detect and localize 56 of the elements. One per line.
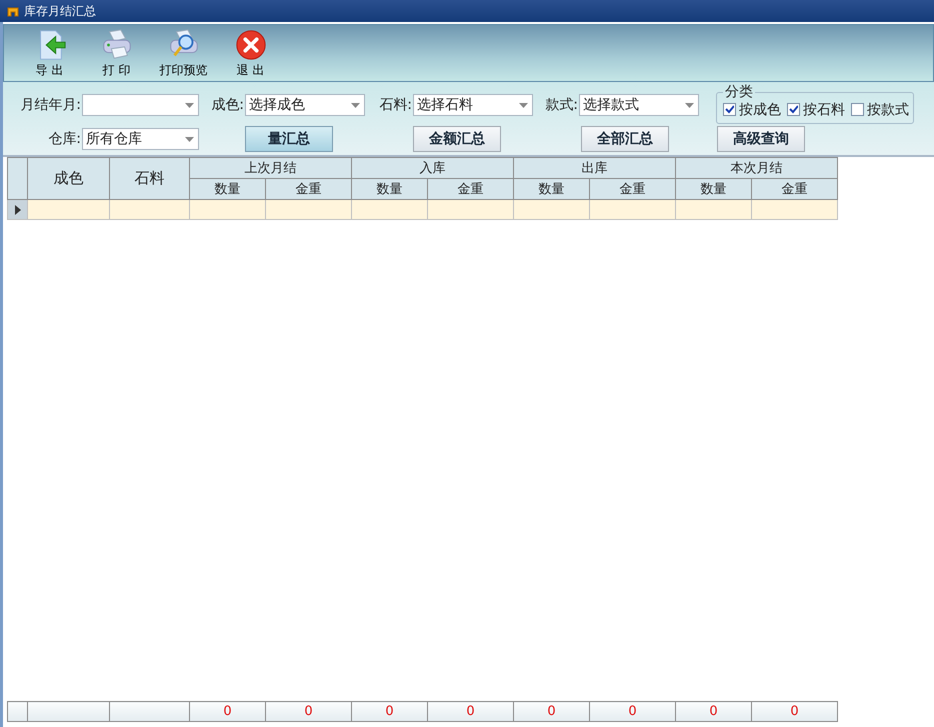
dropdown-arrow-icon [685, 102, 694, 108]
field-label: 成色: [210, 96, 245, 114]
group-title: 分类 [724, 86, 754, 98]
column-header: 数量 [352, 178, 428, 200]
column-group-header: 出库 [514, 158, 676, 178]
dropdown-arrow-icon [351, 102, 360, 108]
column-group-header: 上次月结 [190, 158, 352, 178]
row-header[interactable] [8, 200, 28, 220]
total-cell: 0 [676, 702, 752, 722]
summary-button[interactable]: 量汇总 [245, 126, 333, 152]
dropdown-arrow-icon [185, 102, 194, 108]
check-mark-icon [789, 105, 798, 114]
style-dropdown[interactable]: 选择款式 [579, 94, 699, 116]
total-cell: 0 [266, 702, 352, 722]
close-icon [234, 28, 268, 62]
total-cell: 0 [428, 702, 514, 722]
column-header: 数量 [676, 178, 752, 200]
summary-button[interactable]: 金额汇总 [413, 126, 501, 152]
column-header: 金重 [590, 178, 676, 200]
column-header: 成色 [28, 158, 110, 200]
total-cell: 0 [190, 702, 266, 722]
color-dropdown[interactable]: 选择成色 [245, 94, 365, 116]
column-header: 金重 [428, 178, 514, 200]
total-cell: 0 [590, 702, 676, 722]
dropdown-arrow-icon [519, 102, 528, 108]
warehouse-dropdown[interactable]: 所有仓库 [82, 128, 199, 150]
category-checkbox[interactable]: 按石料 [787, 100, 845, 118]
dropdown-arrow-icon [185, 136, 194, 142]
column-header: 数量 [514, 178, 590, 200]
total-cell [8, 702, 28, 722]
category-checkbox[interactable]: 按款式 [851, 100, 909, 118]
grid-corner [8, 158, 28, 200]
total-cell: 0 [514, 702, 590, 722]
field-label: 款式: [544, 96, 579, 114]
print-preview-button[interactable]: 打印预览 [150, 28, 217, 81]
total-cell: 0 [352, 702, 428, 722]
field-label: 仓库: [47, 130, 82, 148]
summary-button[interactable]: 全部汇总 [581, 126, 669, 152]
window-title: 库存月结汇总 [24, 2, 96, 20]
column-header: 石料 [110, 158, 190, 200]
printer-button[interactable]: 打 印 [83, 28, 150, 81]
category-checkbox[interactable]: 按成色 [723, 100, 781, 118]
field-label: 石料: [378, 96, 413, 114]
column-header: 金重 [752, 178, 838, 200]
current-row-icon [14, 204, 20, 214]
summary-button[interactable]: 高级查询 [717, 126, 805, 152]
total-cell: 0 [752, 702, 838, 722]
close-button[interactable]: 退 出 [217, 28, 284, 81]
column-group-header: 入库 [352, 158, 514, 178]
stone-dropdown[interactable]: 选择石料 [413, 94, 533, 116]
export-button[interactable]: 导 出 [16, 28, 83, 81]
column-group-header: 本次月结 [676, 158, 838, 178]
check-mark-icon [725, 105, 734, 114]
column-header: 数量 [190, 178, 266, 200]
column-header: 金重 [266, 178, 352, 200]
field-label: 月结年月: [19, 96, 82, 114]
